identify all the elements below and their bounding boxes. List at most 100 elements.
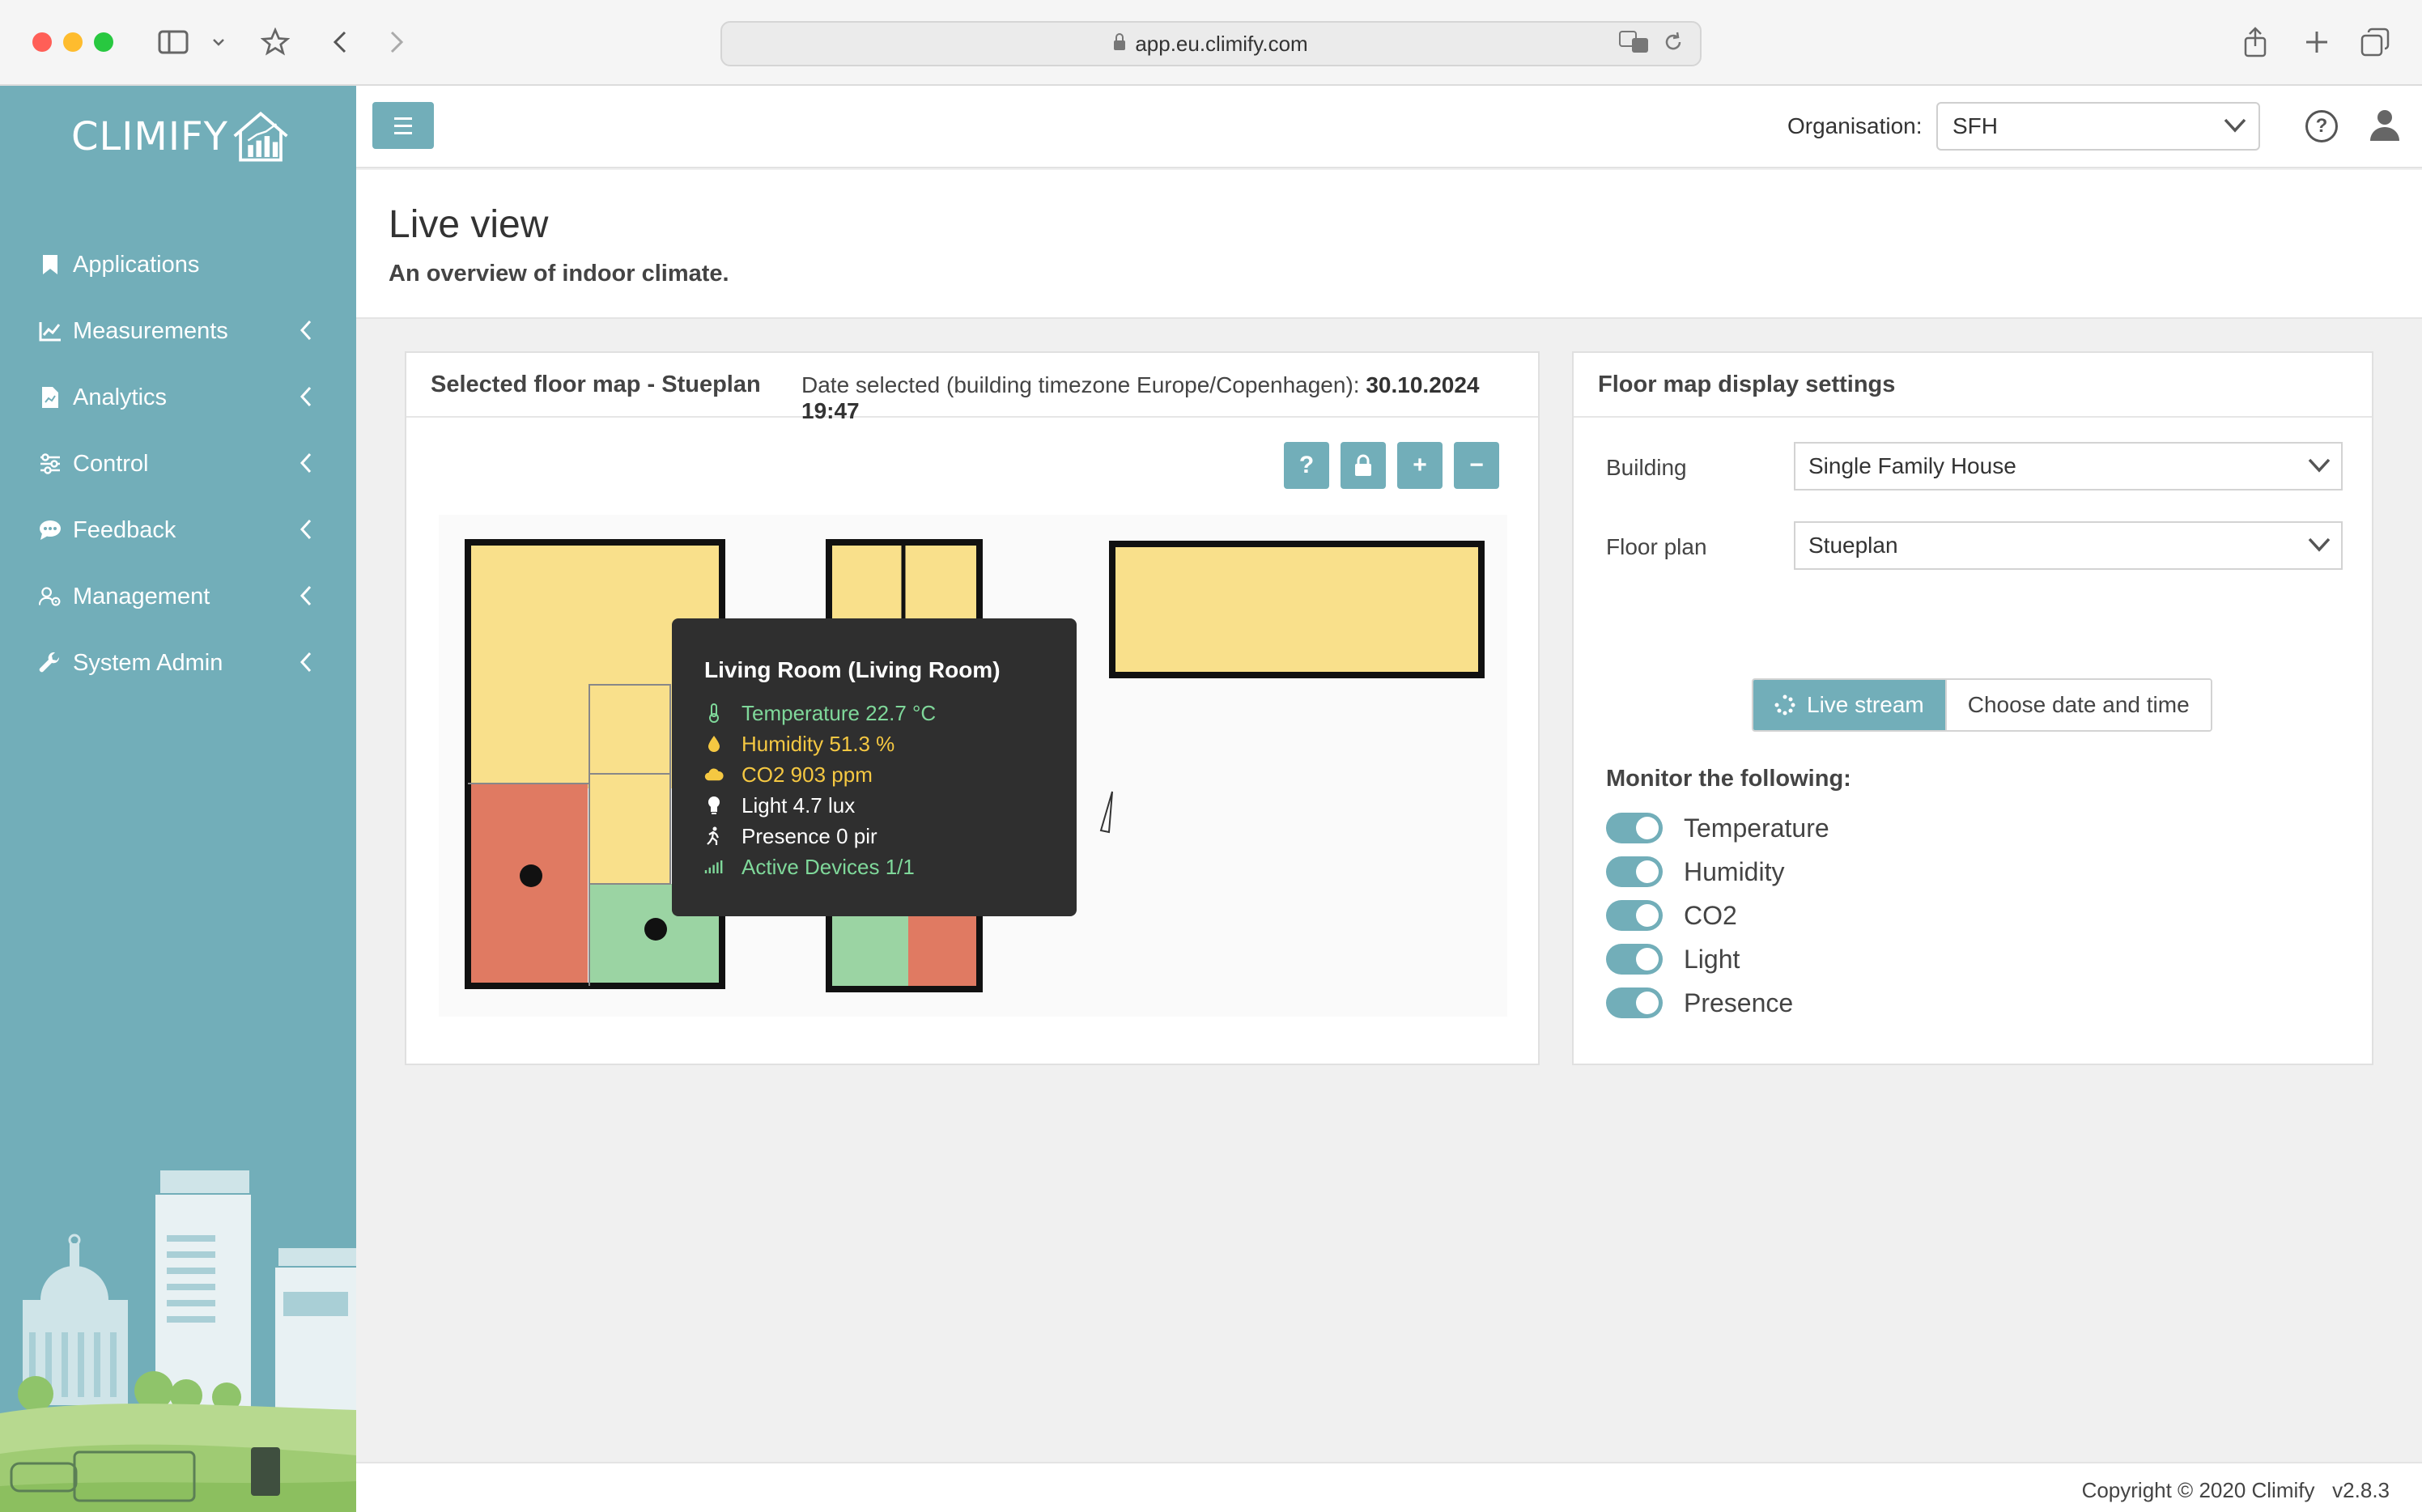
zoom-window-button[interactable]: [94, 32, 113, 52]
sidebar: CLIMIFY Applications Measurements Analyt…: [0, 86, 356, 1512]
lightbulb-icon: [704, 796, 724, 815]
page-header: Live view An overview of indoor climate.: [356, 170, 2422, 319]
sliders-icon: [39, 452, 62, 475]
sidebar-item-label: System Admin: [73, 649, 223, 676]
user-gear-icon: [39, 585, 62, 608]
thermometer-icon: [704, 703, 724, 723]
humidity-toggle[interactable]: [1606, 856, 1663, 887]
chevron-left-icon: [300, 652, 312, 673]
address-bar[interactable]: app.eu.climify.com: [720, 21, 1702, 66]
building-select[interactable]: Single Family House: [1794, 442, 2343, 491]
toggle-label: Humidity: [1684, 856, 1785, 886]
menu-toggle-button[interactable]: [372, 102, 434, 149]
tooltip-temperature-text: Temperature 22.7 °C: [741, 700, 937, 725]
chevron-down-icon: [2308, 537, 2331, 552]
light-toggle[interactable]: [1606, 944, 1663, 975]
zoom-out-button[interactable]: −: [1454, 442, 1499, 489]
line-chart-icon: [39, 320, 62, 342]
sidebar-toggle-icon[interactable]: [155, 23, 191, 62]
chevron-down-icon[interactable]: [209, 23, 228, 62]
sidebar-item-feedback[interactable]: Feedback: [0, 497, 356, 563]
sidebar-item-control[interactable]: Control: [0, 431, 356, 497]
lock-button[interactable]: [1341, 442, 1386, 489]
presence-toggle[interactable]: [1606, 987, 1663, 1018]
chevron-left-icon: [300, 320, 312, 341]
sidebar-item-management[interactable]: Management: [0, 563, 356, 630]
cloud-icon: [704, 765, 724, 784]
date-selected: Date selected (building timezone Europe/…: [801, 372, 1538, 424]
close-window-button[interactable]: [32, 32, 52, 52]
tooltip-title: Living Room (Living Room): [704, 657, 1001, 682]
tooltip-co2-text: CO2 903 ppm: [741, 762, 873, 787]
toggle-row-humidity: Humidity: [1606, 856, 1784, 887]
settings-title: Floor map display settings: [1598, 371, 1896, 397]
view-mode-toggle: Live stream Choose date and time: [1752, 678, 2212, 732]
tooltip-co2: CO2 903 ppm: [704, 759, 1044, 790]
city-illustration: [0, 1170, 356, 1512]
map-help-button[interactable]: ?: [1284, 442, 1329, 489]
date-label: Date selected (building timezone Europe/…: [801, 372, 1366, 397]
floorplan-label: Floor plan: [1606, 534, 1707, 559]
sidebar-item-applications[interactable]: Applications: [0, 231, 356, 298]
tooltip-light-text: Light 4.7 lux: [741, 792, 856, 818]
chevron-left-icon: [300, 585, 312, 606]
chat-icon: [39, 519, 62, 542]
building-label: Building: [1606, 455, 1687, 480]
sidebar-nav: Applications Measurements Analytics Cont…: [0, 231, 356, 696]
bookmark-star-icon[interactable]: [256, 23, 295, 62]
floorplan-select[interactable]: Stueplan: [1794, 521, 2343, 570]
help-icon[interactable]: ?: [2305, 110, 2338, 142]
tooltip-devices: Active Devices 1/1: [704, 852, 1044, 882]
building-value: Single Family House: [1808, 453, 2016, 478]
toggle-label: CO2: [1684, 900, 1737, 930]
choose-date-button[interactable]: Choose date and time: [1944, 680, 2211, 730]
live-stream-label: Live stream: [1807, 692, 1924, 717]
tooltip-devices-text: Active Devices 1/1: [741, 854, 915, 879]
house-chart-icon: [233, 111, 288, 162]
url-text: app.eu.climify.com: [1135, 31, 1308, 56]
display-settings-card: Floor map display settings Building Sing…: [1572, 351, 2373, 1065]
tooltip-presence: Presence 0 pir: [704, 821, 1044, 852]
page-subtitle: An overview of indoor climate.: [389, 261, 729, 287]
floor-map-title: Selected floor map - Stueplan: [431, 371, 761, 397]
climify-logo[interactable]: CLIMIFY: [71, 108, 290, 165]
toggle-row-light: Light: [1606, 944, 1740, 975]
new-tab-icon[interactable]: [2299, 23, 2335, 62]
toggle-row-co2: CO2: [1606, 900, 1737, 931]
page-title: Live view: [389, 203, 549, 246]
toggle-row-presence: Presence: [1606, 987, 1793, 1018]
temperature-toggle[interactable]: [1606, 813, 1663, 843]
chevron-down-icon: [2308, 458, 2331, 473]
floorplan-value: Stueplan: [1808, 533, 1898, 558]
toggle-label: Presence: [1684, 987, 1794, 1017]
back-icon[interactable]: [324, 23, 356, 62]
sidebar-item-system-admin[interactable]: System Admin: [0, 630, 356, 696]
sidebar-item-label: Applications: [73, 251, 200, 278]
tab-overview-icon[interactable]: [2357, 23, 2393, 62]
droplet-icon: [704, 734, 724, 754]
share-icon[interactable]: [2237, 23, 2273, 62]
chevron-left-icon: [300, 452, 312, 474]
forward-icon[interactable]: [380, 23, 413, 62]
organisation-select[interactable]: SFH: [1936, 102, 2260, 151]
sidebar-item-label: Analytics: [73, 384, 168, 410]
chevron-left-icon: [300, 386, 312, 407]
lock-icon: [1355, 454, 1371, 476]
organisation-label: Organisation:: [1787, 113, 1923, 138]
sidebar-item-label: Feedback: [73, 516, 176, 543]
toggle-label: Light: [1684, 944, 1740, 974]
co2-toggle[interactable]: [1606, 900, 1663, 931]
user-icon[interactable]: [2367, 107, 2403, 142]
toggle-label: Temperature: [1684, 813, 1829, 843]
footer: Copyright © 2020 Climify v2.8.3: [356, 1462, 2422, 1512]
minimize-window-button[interactable]: [63, 32, 83, 52]
sidebar-item-measurements[interactable]: Measurements: [0, 298, 356, 364]
live-stream-button[interactable]: Live stream: [1753, 680, 1945, 730]
reload-icon[interactable]: [1663, 31, 1684, 59]
sidebar-item-analytics[interactable]: Analytics: [0, 364, 356, 431]
map-tools: ? + −: [1284, 442, 1499, 489]
lock-icon: [1114, 33, 1126, 50]
zoom-in-button[interactable]: +: [1397, 442, 1443, 489]
report-icon: [39, 386, 62, 409]
translate-icon[interactable]: [1619, 31, 1650, 59]
